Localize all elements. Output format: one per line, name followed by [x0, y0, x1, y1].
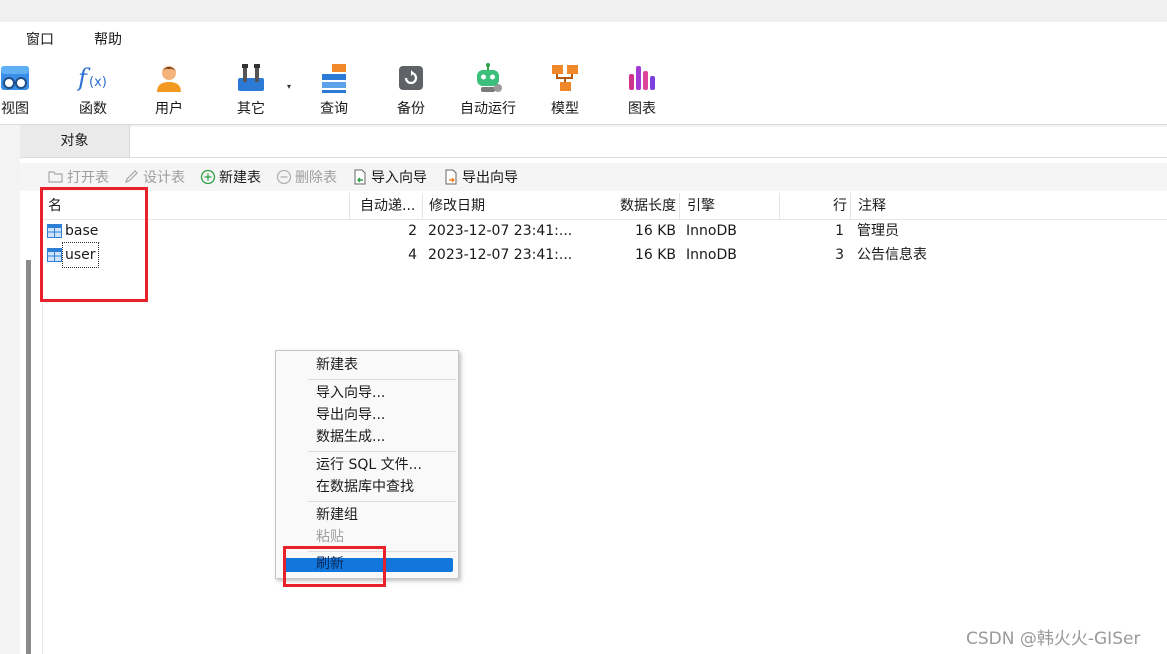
toolbar-other-button[interactable]: 其它	[226, 60, 276, 122]
main-toolbar: 视图 f (x) 函数 用户 其它 查询 备份 自动运行 模型 图表	[0, 54, 1167, 125]
export-icon	[445, 169, 457, 185]
export-wizard-button[interactable]: 导出向导	[443, 167, 518, 187]
export-wizard-label: 导出向导	[462, 170, 518, 186]
menu-separator	[308, 451, 456, 452]
tools-icon	[238, 64, 264, 91]
menu-item-new-table[interactable]: 新建表	[316, 354, 358, 376]
context-menu: 新建表 导入向导... 导出向导... 数据生成... 运行 SQL 文件...…	[275, 350, 459, 579]
tab-bar: 对象	[20, 125, 1167, 158]
tab-objects[interactable]: 对象	[20, 125, 130, 157]
column-header-comment[interactable]: 注释	[850, 193, 1050, 219]
table-row[interactable]: base 2 2023-12-07 23:41:... 16 KB InnoDB…	[43, 219, 1167, 243]
toolbar-view-label: 视图	[1, 101, 29, 117]
backup-icon	[399, 66, 423, 90]
function-icon: f (x)	[77, 64, 107, 92]
cell-data-length: 16 KB	[634, 247, 676, 263]
toolbar-backup-button[interactable]: 备份	[386, 60, 436, 122]
menu-window[interactable]: 窗口	[26, 29, 54, 49]
menu-item-run-sql-file[interactable]: 运行 SQL 文件...	[316, 454, 422, 476]
toolbar-function-button[interactable]: f (x) 函数	[68, 60, 118, 122]
column-header-engine[interactable]: 引擎	[679, 193, 779, 219]
add-circle-icon	[200, 169, 216, 185]
menu-separator	[308, 379, 456, 380]
toolbar-other-label: 其它	[237, 101, 265, 117]
column-header-data-length[interactable]: 数据长度	[583, 193, 676, 219]
object-toolbar: 打开表 设计表 新建表 删除表 导入向导 导出向导	[20, 163, 1167, 191]
toolbar-autorun-button[interactable]: 自动运行	[455, 60, 521, 122]
toolbar-model-label: 模型	[551, 101, 579, 117]
highlight-box-refresh	[283, 546, 386, 587]
design-table-button[interactable]: 设计表	[124, 167, 185, 187]
cell-rows: 1	[835, 223, 844, 239]
left-gutter	[0, 125, 20, 654]
column-header-rows[interactable]: 行	[779, 193, 847, 219]
open-table-label: 打开表	[67, 170, 109, 186]
menu-item-find-in-database[interactable]: 在数据库中查找	[316, 476, 414, 498]
folder-open-icon	[48, 171, 63, 183]
remove-circle-icon	[276, 169, 292, 185]
robot-icon	[477, 63, 502, 92]
import-icon	[354, 169, 366, 185]
new-table-label: 新建表	[219, 170, 261, 186]
view-icon	[1, 66, 29, 90]
toolbar-function-label: 函数	[79, 101, 107, 117]
highlight-box-tables	[40, 187, 148, 302]
toolbar-view-button[interactable]: 视图	[0, 60, 38, 122]
tab-bar-fill	[130, 127, 1167, 157]
table-row[interactable]: user 4 2023-12-07 23:41:... 16 KB InnoDB…	[43, 242, 1167, 268]
table-header: 名 自动递... 修改日期 数据长度 引擎 行 注释	[43, 193, 1167, 220]
menu-separator	[308, 501, 456, 502]
new-table-button[interactable]: 新建表	[200, 167, 261, 187]
cell-data-length: 16 KB	[634, 223, 676, 239]
query-icon	[322, 64, 346, 93]
toolbar-backup-label: 备份	[397, 101, 425, 117]
delete-table-button[interactable]: 删除表	[276, 167, 337, 187]
column-header-modified[interactable]: 修改日期	[422, 193, 582, 219]
open-table-button[interactable]: 打开表	[48, 167, 109, 187]
import-wizard-label: 导入向导	[371, 170, 427, 186]
user-icon	[157, 66, 181, 92]
menu-item-new-group[interactable]: 新建组	[316, 504, 358, 526]
menu-item-import-wizard[interactable]: 导入向导...	[316, 382, 385, 404]
import-wizard-button[interactable]: 导入向导	[352, 167, 427, 187]
watermark: CSDN @韩火火-GISer	[966, 629, 1141, 649]
toolbar-user-button[interactable]: 用户	[144, 60, 194, 122]
column-header-auto-increment[interactable]: 自动递...	[349, 193, 421, 219]
pencil-icon	[125, 170, 138, 183]
other-dropdown-caret[interactable]: ▾	[287, 82, 291, 91]
toolbar-user-label: 用户	[155, 101, 183, 117]
menu-item-data-generation[interactable]: 数据生成...	[316, 426, 385, 448]
menu-bar: 窗口 帮助	[0, 22, 1167, 54]
design-table-label: 设计表	[143, 170, 185, 186]
cell-auto-increment: 4	[408, 247, 417, 263]
cell-engine: InnoDB	[686, 247, 737, 263]
left-scrollbar[interactable]	[26, 260, 31, 654]
cell-comment: 公告信息表	[857, 247, 927, 263]
menu-item-export-wizard[interactable]: 导出向导...	[316, 404, 385, 426]
toolbar-query-label: 查询	[320, 101, 348, 117]
toolbar-chart-label: 图表	[628, 101, 656, 117]
title-strip	[0, 0, 1167, 22]
model-icon	[552, 65, 578, 91]
toolbar-model-button[interactable]: 模型	[540, 60, 590, 122]
chart-icon	[629, 66, 655, 90]
cell-auto-increment: 2	[408, 223, 417, 239]
menu-item-paste[interactable]: 粘贴	[316, 526, 344, 548]
cell-modified: 2023-12-07 23:41:...	[428, 247, 573, 263]
cell-comment: 管理员	[857, 223, 899, 239]
delete-table-label: 删除表	[295, 170, 337, 186]
cell-rows: 3	[835, 247, 844, 263]
toolbar-autorun-label: 自动运行	[460, 101, 516, 117]
svg-text:(x): (x)	[89, 75, 107, 90]
menu-help[interactable]: 帮助	[94, 29, 122, 49]
cell-engine: InnoDB	[686, 223, 737, 239]
toolbar-chart-button[interactable]: 图表	[617, 60, 667, 122]
cell-modified: 2023-12-07 23:41:...	[428, 223, 573, 239]
toolbar-query-button[interactable]: 查询	[309, 60, 359, 122]
